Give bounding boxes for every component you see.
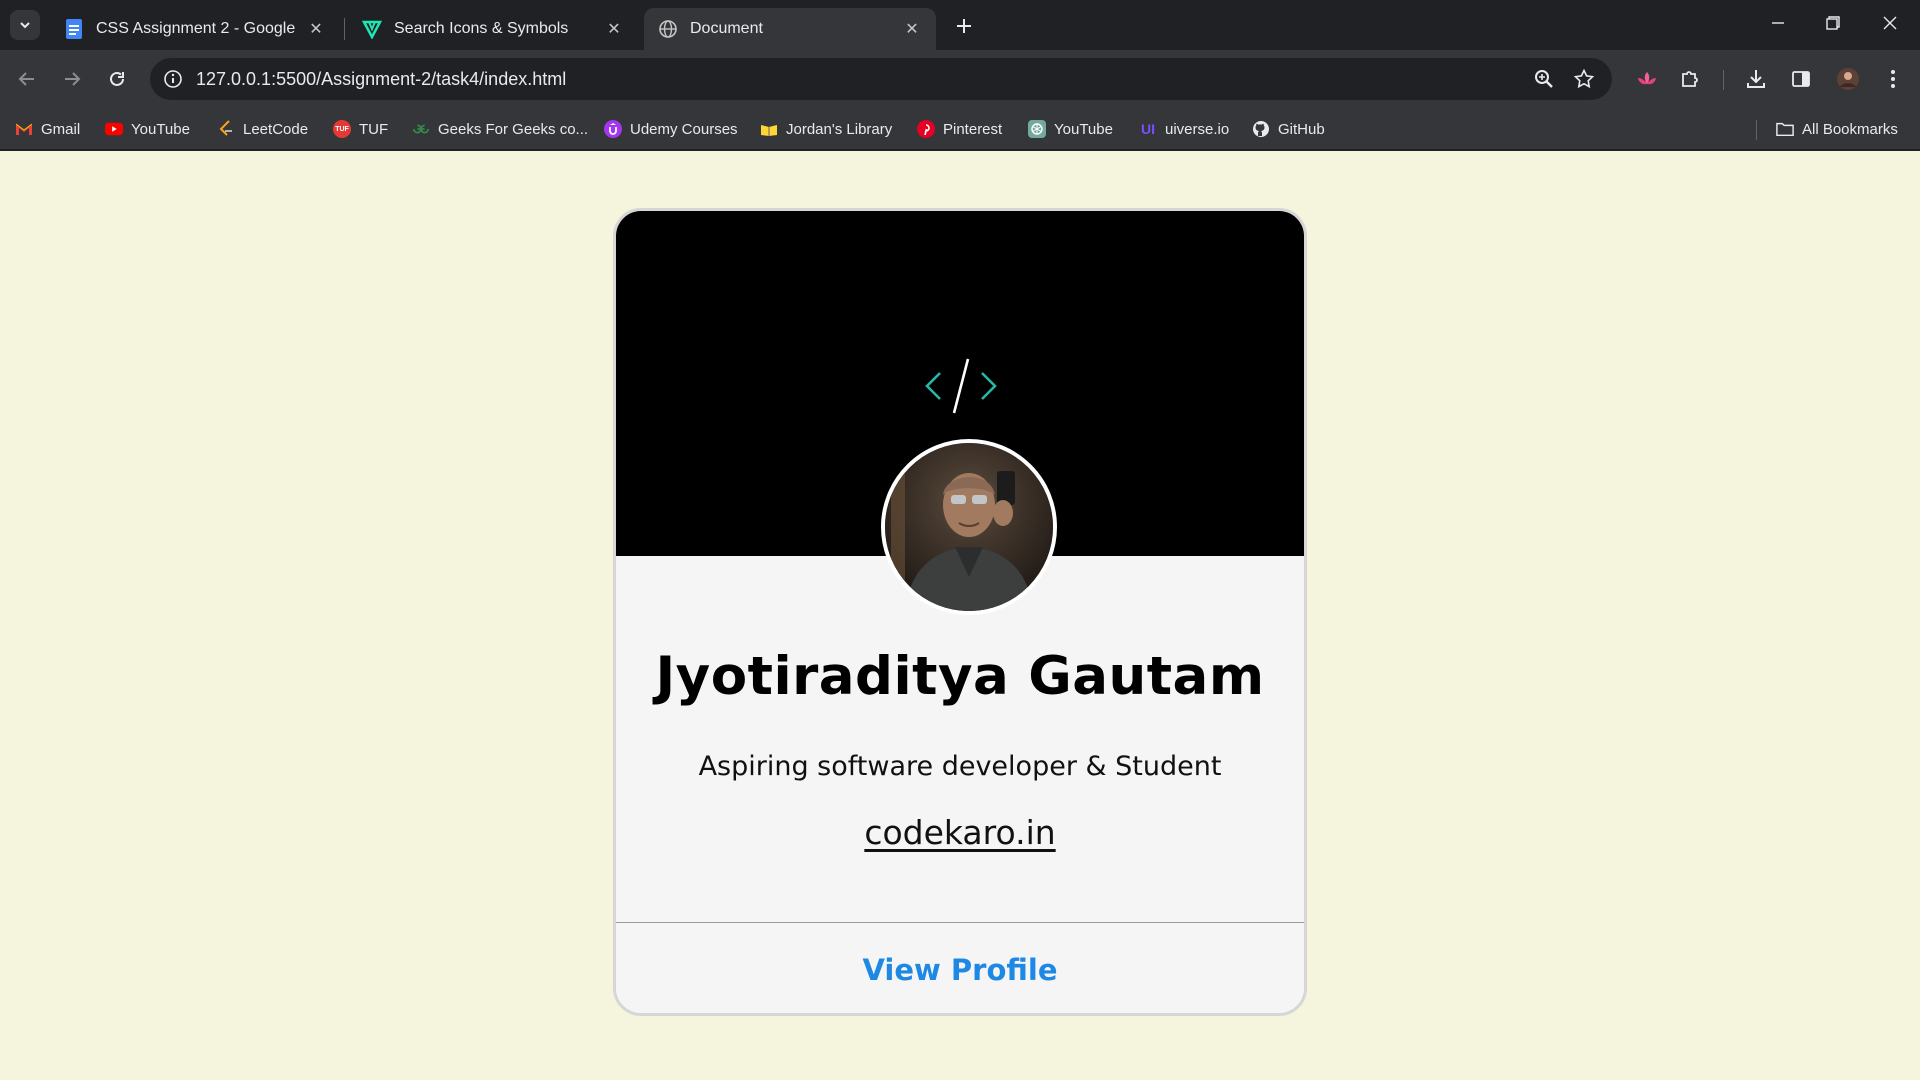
- bookmark-label: YouTube: [1054, 120, 1113, 138]
- bookmarks-divider: [1756, 120, 1757, 140]
- menu-kebab-icon[interactable]: [1879, 65, 1907, 93]
- new-tab-button[interactable]: [950, 12, 978, 40]
- address-bar[interactable]: 127.0.0.1:5500/Assignment-2/task4/index.…: [150, 58, 1612, 100]
- bookmarks-bar: Gmail YouTube LeetCode TUF TUF Geeks For…: [0, 108, 1920, 150]
- extensions-puzzle-icon[interactable]: [1676, 65, 1704, 93]
- tab-search-icons[interactable]: Search Icons & Symbols ✕: [348, 8, 638, 50]
- github-icon: [1252, 120, 1270, 138]
- card-footer: View Profile: [616, 923, 1304, 1013]
- profile-photo: [885, 443, 1053, 611]
- library-icon: [760, 120, 778, 138]
- tab-search-button[interactable]: [10, 10, 40, 40]
- bookmark-youtube-2[interactable]: YouTube: [1028, 117, 1113, 141]
- bookmark-label: YouTube: [131, 120, 190, 138]
- bookmark-tuf[interactable]: TUF TUF: [333, 117, 388, 141]
- reload-button[interactable]: [102, 64, 132, 94]
- bookmark-label: TUF: [359, 120, 389, 138]
- leetcode-icon: [217, 120, 235, 138]
- restore-icon: [1826, 16, 1840, 30]
- bookmark-label: Geeks For Geeks co...: [438, 120, 589, 138]
- reload-icon: [110, 71, 124, 86]
- site-info-icon[interactable]: [160, 66, 186, 92]
- restore-button[interactable]: [1813, 8, 1853, 38]
- tab-title: Search Icons & Symbols: [394, 20, 569, 37]
- page-viewport: Jyotiraditya Gautam Aspiring software de…: [0, 151, 1920, 1080]
- bookmark-label: LeetCode: [243, 120, 309, 138]
- bookmark-leetcode[interactable]: LeetCode: [217, 117, 308, 141]
- pinterest-icon: [917, 120, 935, 138]
- profile-avatar-icon[interactable]: [1834, 65, 1862, 93]
- code-brackets-icon: [925, 358, 997, 414]
- bookmark-label: Udemy Courses: [630, 120, 738, 138]
- tab-divider: [344, 18, 345, 40]
- bookmark-uiverse[interactable]: UI uiverse.io: [1139, 117, 1229, 141]
- google-docs-icon: [64, 19, 84, 39]
- bookmark-star-icon[interactable]: [1572, 67, 1596, 91]
- close-icon[interactable]: ✕: [902, 19, 922, 39]
- extension-lotus-icon[interactable]: [1633, 65, 1661, 93]
- bookmark-label: Gmail: [41, 120, 81, 138]
- website-link[interactable]: codekaro.in: [616, 813, 1304, 852]
- chevron-down-icon: [20, 22, 30, 29]
- bookmark-gmail[interactable]: Gmail: [15, 117, 80, 141]
- minimize-icon: [1772, 22, 1784, 24]
- back-button[interactable]: [12, 64, 42, 94]
- zoom-icon[interactable]: [1532, 67, 1556, 91]
- bookmark-label: GitHub: [1278, 120, 1325, 138]
- geeksforgeeks-icon: [412, 120, 430, 138]
- browser-toolbar: 127.0.0.1:5500/Assignment-2/task4/index.…: [0, 50, 1920, 108]
- plus-icon: [957, 19, 971, 33]
- toolbar-divider: [1723, 70, 1724, 90]
- url-text[interactable]: 127.0.0.1:5500/Assignment-2/task4/index.…: [196, 69, 566, 90]
- bookmark-github[interactable]: GitHub: [1252, 117, 1325, 141]
- youtube-icon: [105, 120, 123, 138]
- profile-name: Jyotiraditya Gautam: [655, 646, 1265, 707]
- globe-icon: [658, 19, 678, 39]
- uiverse-icon: UI: [1141, 121, 1155, 137]
- profile-card: Jyotiraditya Gautam Aspiring software de…: [613, 208, 1307, 1016]
- close-icon: [1883, 16, 1897, 30]
- iconify-icon: [362, 19, 382, 39]
- side-panel-icon[interactable]: [1787, 65, 1815, 93]
- download-icon[interactable]: [1742, 65, 1770, 93]
- bookmark-label: Jordan's Library: [786, 120, 893, 138]
- tab-title: Document: [690, 20, 763, 37]
- minimize-button[interactable]: [1758, 8, 1798, 38]
- bookmark-jordans-library[interactable]: Jordan's Library: [760, 117, 892, 141]
- close-icon[interactable]: ✕: [306, 19, 326, 39]
- bookmark-label: All Bookmarks: [1802, 120, 1898, 138]
- bookmark-label: Pinterest: [943, 120, 1003, 138]
- close-window-button[interactable]: [1870, 8, 1910, 38]
- bookmark-youtube[interactable]: YouTube: [105, 117, 190, 141]
- arrow-left-icon: [18, 72, 34, 86]
- bookmark-pinterest[interactable]: Pinterest: [917, 117, 1002, 141]
- tab-title: CSS Assignment 2 - Google Do: [96, 20, 298, 37]
- bookmark-geeksforgeeks[interactable]: Geeks For Geeks co...: [412, 117, 588, 141]
- udemy-icon: [604, 120, 622, 138]
- tuf-icon: TUF: [333, 120, 351, 138]
- bookmark-label: uiverse.io: [1165, 120, 1230, 138]
- all-bookmarks-button[interactable]: All Bookmarks: [1776, 117, 1898, 141]
- avatar: [881, 439, 1057, 615]
- gmail-icon: [15, 120, 33, 138]
- arrow-right-icon: [65, 72, 81, 86]
- tab-google-docs[interactable]: CSS Assignment 2 - Google Do ✕: [50, 8, 340, 50]
- bookmark-udemy[interactable]: Udemy Courses: [604, 117, 738, 141]
- profile-tagline: Aspiring software developer & Student: [698, 751, 1222, 782]
- tab-strip: CSS Assignment 2 - Google Do ✕ Search Ic…: [0, 0, 1920, 50]
- folder-icon: [1776, 120, 1794, 138]
- view-profile-button[interactable]: View Profile: [616, 953, 1304, 987]
- close-icon[interactable]: ✕: [604, 19, 624, 39]
- tab-document[interactable]: Document ✕: [644, 8, 936, 50]
- forward-button[interactable]: [57, 64, 87, 94]
- chatgpt-icon: [1028, 120, 1046, 138]
